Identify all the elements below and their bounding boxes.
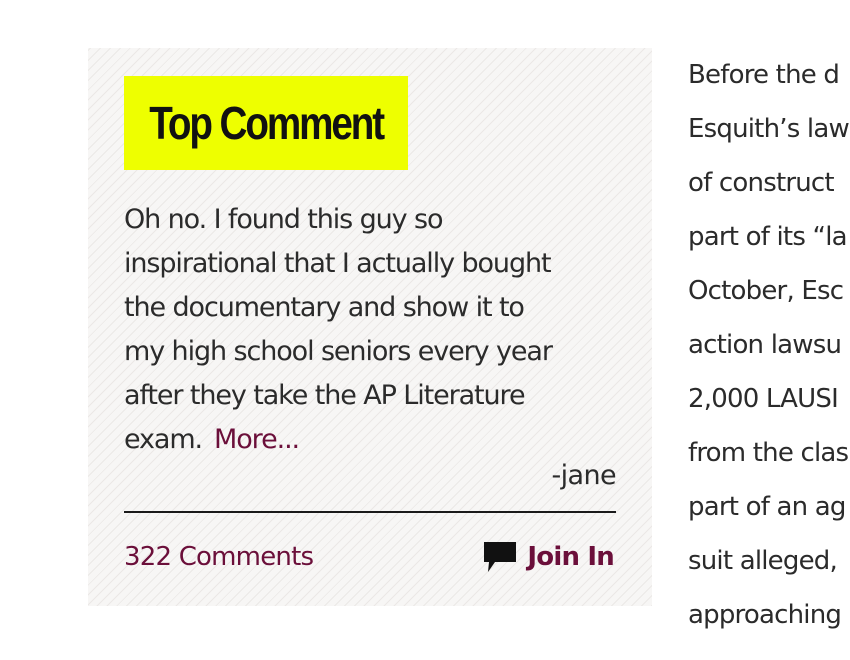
- comment-line: after they take the AP Literature: [124, 380, 526, 411]
- comment-line: Oh no. I found this guy so: [124, 204, 444, 235]
- article-line: October, Esc: [688, 276, 844, 306]
- comment-line-last: exam. More...: [124, 418, 620, 462]
- article-line: Esquith’s law: [688, 114, 850, 144]
- comment-body: Oh no. I found this guy so inspirational…: [124, 198, 620, 462]
- top-comment-card: Top Comment Oh no. I found this guy so i…: [88, 48, 652, 606]
- article-line: part of its “la: [688, 222, 848, 252]
- article-line: of construct: [688, 168, 835, 198]
- article-line: from the clas: [688, 438, 849, 468]
- join-in-label: Join In: [527, 542, 614, 572]
- comment-line-text: exam.: [124, 424, 203, 455]
- comment-line: inspirational that I actually bought: [124, 248, 552, 279]
- comment-line: my high school seniors every year: [124, 336, 553, 367]
- speech-bubble-icon: [483, 541, 517, 573]
- article-line: action lawsu: [688, 330, 842, 360]
- article-line: part of an ag: [688, 492, 846, 522]
- more-link[interactable]: More...: [214, 424, 300, 455]
- page: Top Comment Oh no. I found this guy so i…: [0, 0, 850, 660]
- article-text: Before the d Esquith’s law of construct …: [688, 48, 850, 642]
- article-line: approaching: [688, 600, 842, 630]
- comments-count-link[interactable]: 322 Comments: [124, 539, 314, 575]
- comment-line: the documentary and show it to: [124, 292, 525, 323]
- top-comment-badge: Top Comment: [124, 76, 408, 170]
- article-line: suit alleged,: [688, 546, 838, 576]
- article-line: 2,000 LAUSI: [688, 384, 839, 414]
- comment-author: -jane: [551, 460, 616, 491]
- article-line: Before the d: [688, 60, 840, 90]
- top-comment-badge-label: Top Comment: [149, 97, 385, 149]
- divider: [124, 511, 616, 513]
- join-in-button[interactable]: Join In: [483, 539, 615, 575]
